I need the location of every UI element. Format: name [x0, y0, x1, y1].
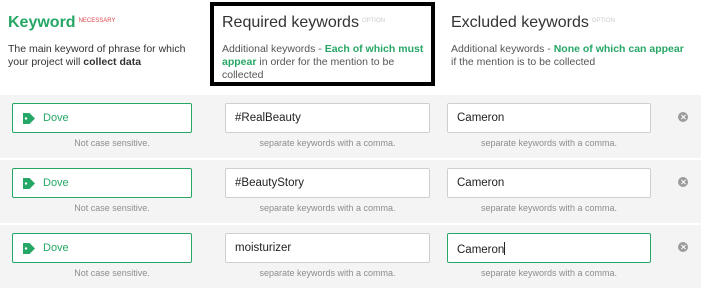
excluded-keywords-input[interactable]: Cameron	[447, 233, 651, 263]
keyword-input[interactable]: Dove	[12, 233, 192, 263]
excluded-keywords-hint: separate keywords with a comma.	[480, 203, 618, 213]
keyword-row: Dove Not case sensitive. #RealBeauty sep…	[0, 95, 701, 158]
required-desc-text: Additional keywords -	[222, 43, 325, 55]
excluded-keywords-hint: separate keywords with a comma.	[480, 138, 618, 148]
option-badge: OPTION	[361, 18, 385, 24]
excluded-desc-text-end: if the mention is to be collected	[451, 56, 596, 68]
keyword-input[interactable]: Dove	[12, 103, 192, 133]
option-badge: OPTION	[591, 18, 615, 24]
keyword-hint: Not case sensitive.	[74, 203, 150, 213]
required-keywords-hint: separate keywords with a comma.	[259, 138, 396, 148]
required-keywords-input[interactable]: #BeautyStory	[225, 168, 430, 198]
keyword-title: Keyword	[8, 14, 76, 31]
excluded-keywords-value: Cameron	[457, 244, 505, 256]
keyword-value: Dove	[43, 177, 69, 189]
tag-icon	[23, 178, 35, 189]
required-keywords-input[interactable]: #RealBeauty	[225, 103, 430, 133]
necessary-badge: NECESSARY	[78, 18, 116, 24]
excluded-keywords-hint: separate keywords with a comma.	[480, 268, 618, 278]
keyword-desc-bold: collect data	[83, 56, 142, 68]
keywords-header: Keyword NECESSARY The main keyword of phr…	[0, 0, 701, 90]
required-keywords-hint: separate keywords with a comma.	[259, 203, 396, 213]
keyword-hint: Not case sensitive.	[74, 138, 150, 148]
excluded-desc-emphasis: None of which can appear	[553, 43, 684, 55]
keyword-value: Dove	[43, 112, 69, 124]
excluded-keywords-title: Excluded keywords	[451, 14, 589, 31]
keyword-row: Dove Not case sensitive. moisturizer sep…	[0, 225, 701, 288]
keyword-description: The main keyword of phrase for which you…	[8, 43, 208, 69]
text-caret	[504, 242, 506, 255]
tag-icon	[23, 243, 35, 254]
required-keywords-column-header: Required keywords OPTION Additional keywo…	[222, 14, 430, 82]
keyword-input[interactable]: Dove	[12, 168, 192, 198]
keyword-column-header: Keyword NECESSARY The main keyword of phr…	[8, 14, 208, 69]
required-keywords-title: Required keywords	[222, 14, 359, 31]
close-circle-icon[interactable]	[678, 112, 688, 122]
excluded-keywords-input[interactable]: Cameron	[447, 103, 651, 133]
keyword-hint: Not case sensitive.	[74, 268, 150, 278]
keyword-value: Dove	[43, 242, 69, 254]
required-keywords-input[interactable]: moisturizer	[225, 233, 430, 263]
excluded-desc-text: Additional keywords -	[451, 43, 554, 55]
tag-icon	[23, 113, 35, 124]
required-keywords-description: Additional keywords - Each of which must…	[222, 43, 430, 82]
excluded-keywords-description: Additional keywords - None of which can …	[451, 43, 691, 69]
keyword-row: Dove Not case sensitive. #BeautyStory se…	[0, 160, 701, 223]
excluded-keywords-input[interactable]: Cameron	[447, 168, 651, 198]
required-keywords-hint: separate keywords with a comma.	[259, 268, 396, 278]
close-circle-icon[interactable]	[678, 177, 688, 187]
close-circle-icon[interactable]	[678, 242, 688, 252]
excluded-keywords-column-header: Excluded keywords OPTION Additional keywo…	[451, 14, 691, 69]
